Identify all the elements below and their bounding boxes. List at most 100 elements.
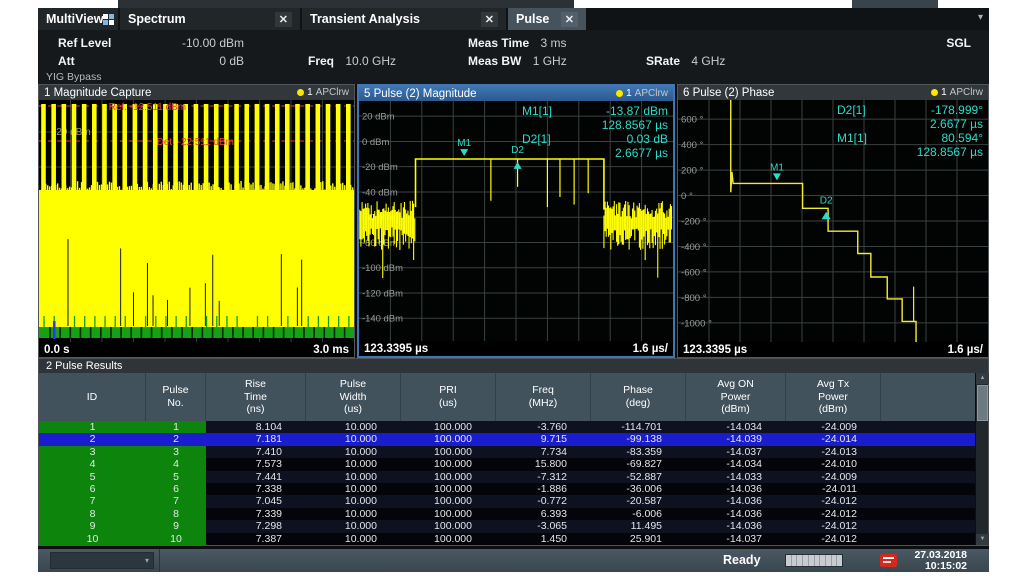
chevron-down-icon: ▾ (145, 556, 149, 565)
tab-transient-analysis[interactable]: Transient Analysis✕ (302, 8, 506, 30)
panel-magnitude-capture[interactable]: 1 Magnitude Capture 1 APClrw -20 dBmRef.… (38, 84, 355, 358)
page-background: MultiViewSpectrum✕Transient Analysis✕Pul… (0, 0, 1024, 576)
marker-readout: D2[1] -178.999° 2.6677 µs M1[1] 80.594° … (837, 103, 983, 159)
table-row-pulse-1[interactable]: 118.10410.000100.000-3.760-114.701-14.03… (39, 421, 975, 433)
panel-pulse-phase[interactable]: 6 Pulse (2) Phase 1 APClrw 600 °400 °200… (677, 84, 989, 358)
preset-dropdown[interactable]: ▾ (50, 552, 154, 569)
panel-pulse-phase-titlebar[interactable]: 6 Pulse (2) Phase 1 APClrw (678, 85, 988, 100)
x-axis-start: 123.3395 µs (683, 344, 747, 356)
table-row-pulse-2[interactable]: 227.18110.000100.0009.715-99.138-14.039-… (39, 433, 975, 445)
svg-text:600 °: 600 ° (681, 115, 704, 126)
table-header-cell[interactable] (881, 373, 975, 421)
table-cell: 7.298 (206, 520, 306, 532)
table-cell: -3.065 (496, 520, 591, 532)
pulse-phase-x-axis: 123.3395 µs 1.6 µs/ (678, 342, 988, 357)
scrollbar-up-icon[interactable]: ▲ (976, 373, 989, 384)
table-header-cell[interactable]: Pulse Width (us) (306, 373, 401, 421)
table-cell: 100.000 (401, 520, 496, 532)
tab-multiview[interactable]: MultiView (38, 8, 118, 30)
table-body: 118.10410.000100.000-3.760-114.701-14.03… (39, 421, 975, 545)
table-header-cell[interactable]: ID (39, 373, 146, 421)
tab-close-icon[interactable]: ✕ (275, 12, 292, 27)
status-date: 27.03.2018 (914, 550, 967, 561)
table-header-cell[interactable]: Avg Tx Power (dBm) (786, 373, 881, 421)
table-row-pulse-9[interactable]: 997.29810.000100.000-3.06511.495-14.036-… (39, 520, 975, 532)
meas-bw-setting[interactable]: Meas BW 1 GHz (468, 54, 567, 68)
table-cell: -14.034 (686, 421, 786, 433)
svg-text:D2: D2 (820, 195, 833, 206)
table-cell: 7.387 (206, 533, 306, 545)
pulse-magnitude-plot[interactable]: 20 dBm0 dBm-20 dBm-40 dBm-60 dBm-80 dBm-… (359, 101, 673, 341)
trace-legend: 1 APClrw (297, 87, 349, 98)
tab-pulse[interactable]: Pulse✕ (508, 8, 586, 30)
table-header-cell[interactable]: Rise Time (ns) (206, 373, 306, 421)
scrollbar-down-icon[interactable]: ▼ (976, 534, 989, 545)
svg-text:-400 °: -400 ° (681, 242, 707, 253)
panel-magnitude-capture-titlebar[interactable]: 1 Magnitude Capture 1 APClrw (39, 85, 354, 100)
table-cell: 10 (146, 533, 206, 545)
svg-text:-200 °: -200 ° (681, 217, 707, 228)
tab-spectrum[interactable]: Spectrum ✕ (120, 8, 300, 30)
trace-number: 1 (941, 87, 947, 98)
magnitude-capture-x-axis: 0.0 s 3.0 ms (39, 342, 354, 357)
svg-text:-140 dBm: -140 dBm (362, 314, 403, 325)
frequency-setting[interactable]: Freq 10.0 GHz (308, 54, 396, 68)
table-row-pulse-10[interactable]: 10107.38710.000100.0001.45025.901-14.037… (39, 533, 975, 545)
ref-level-setting[interactable]: Ref Level -10.00 dBm (58, 36, 244, 50)
attenuation-setting[interactable]: Att 0 dB (58, 54, 244, 68)
sample-rate-setting[interactable]: SRate 4 GHz (646, 54, 725, 68)
table-cell: 100.000 (401, 433, 496, 445)
table-header-cell[interactable]: PRI (us) (401, 373, 496, 421)
x-axis-scale: 1.6 µs/ (948, 344, 983, 356)
table-row-pulse-8[interactable]: 887.33910.000100.0006.393-6.006-14.036-2… (39, 508, 975, 520)
panel-pulse-magnitude[interactable]: 5 Pulse (2) Magnitude 1 APClrw 20 dBm0 d… (357, 84, 675, 358)
table-cell: -24.012 (786, 533, 881, 545)
table-cell: 4 (39, 458, 146, 470)
tab-overflow-chevron-icon[interactable]: ▾ (978, 12, 983, 23)
table-scrollbar[interactable]: ▲ ▼ (975, 373, 988, 545)
table-cell: 100.000 (401, 471, 496, 483)
single-sweep-badge: SGL (946, 36, 971, 50)
trace-number: 1 (307, 87, 313, 98)
table-cell: 9.715 (496, 433, 591, 445)
pulse-results-title[interactable]: 2 Pulse Results (39, 359, 988, 373)
calendar-icon (880, 554, 897, 567)
table-cell: 10.000 (306, 458, 401, 470)
pulse-phase-plot[interactable]: 600 °400 °200 °0 °-200 °-400 °-600 °-800… (678, 100, 988, 342)
table-cell: -69.827 (591, 458, 686, 470)
table-header-cell[interactable]: Freq (MHz) (496, 373, 591, 421)
marker-position: 2.6677 µs (897, 117, 983, 131)
table-header-cell[interactable]: Phase (deg) (591, 373, 686, 421)
tab-close-icon[interactable]: ✕ (561, 12, 578, 27)
table-cell: -0.772 (496, 495, 591, 507)
table-cell: 8 (146, 508, 206, 520)
attenuation-label: Att (58, 54, 75, 68)
meas-time-setting[interactable]: Meas Time 3 ms (468, 36, 567, 50)
panel-pulse-magnitude-titlebar[interactable]: 5 Pulse (2) Magnitude 1 APClrw (359, 86, 673, 101)
svg-text:-800 °: -800 ° (681, 293, 707, 304)
x-axis-start: 0.0 s (44, 344, 70, 356)
pulse-results-table: IDPulse No.Rise Time (ns)Pulse Width (us… (39, 373, 988, 545)
table-cell: 10.000 (306, 495, 401, 507)
table-cell: 7.339 (206, 508, 306, 520)
table-header-cell[interactable]: Avg ON Power (dBm) (686, 373, 786, 421)
table-cell (881, 520, 975, 532)
svg-text:-40 dBm: -40 dBm (362, 187, 398, 198)
table-row-pulse-7[interactable]: 777.04510.000100.000-0.772-20.587-14.036… (39, 495, 975, 507)
table-cell: 7.181 (206, 433, 306, 445)
table-cell: 9 (39, 520, 146, 532)
trace-legend: 1 APClrw (931, 87, 983, 98)
table-header-cell[interactable]: Pulse No. (146, 373, 206, 421)
table-row-pulse-3[interactable]: 337.41010.000100.0007.734-83.359-14.037-… (39, 446, 975, 458)
table-row-pulse-4[interactable]: 447.57310.000100.00015.800-69.827-14.034… (39, 458, 975, 470)
table-cell: 7.338 (206, 483, 306, 495)
table-row-pulse-6[interactable]: 667.33810.000100.000-1.886-36.006-14.036… (39, 483, 975, 495)
table-cell: -14.037 (686, 533, 786, 545)
table-row-pulse-5[interactable]: 557.44110.000100.000-7.312-52.887-14.033… (39, 471, 975, 483)
scrollbar-thumb[interactable] (977, 385, 988, 421)
magnitude-capture-plot[interactable]: -20 dBmRef. -12.511 dBmDet. -22.511 dBm (39, 100, 354, 342)
table-cell: 10.000 (306, 446, 401, 458)
svg-text:200 °: 200 ° (681, 166, 704, 177)
tab-close-icon[interactable]: ✕ (481, 12, 498, 27)
tab-label: Spectrum (128, 12, 186, 26)
